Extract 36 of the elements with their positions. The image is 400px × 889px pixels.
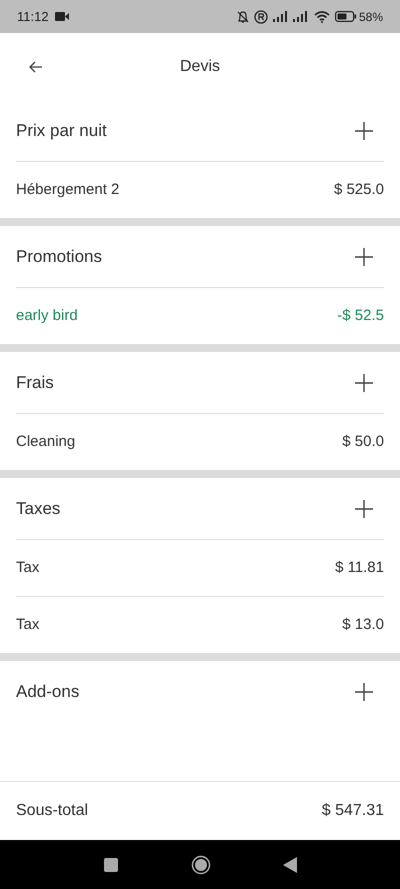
plus-icon (355, 374, 373, 392)
item-amount: $ 13.0 (342, 614, 384, 635)
battery-percent: 58% (358, 8, 383, 26)
signal-icon (292, 11, 309, 22)
item-amount: -$ 52.5 (337, 306, 384, 326)
muted-bell-icon (236, 10, 250, 24)
subtotal-label: Sous-total (16, 801, 88, 821)
page-title: Devis (180, 56, 220, 76)
item-amount: $ 525.0 (334, 180, 384, 200)
plus-icon (355, 248, 373, 266)
plus-icon (355, 122, 373, 140)
item-label: Tax (16, 558, 40, 578)
video-camera-icon (54, 12, 69, 21)
plus-icon (355, 500, 373, 518)
item-label: early bird (16, 306, 78, 326)
section-title: Promotions (16, 246, 102, 268)
wifi-icon (314, 10, 330, 22)
recents-button[interactable] (103, 856, 119, 872)
battery-icon (334, 11, 357, 22)
section-title: Prix par nuit (16, 120, 107, 142)
section-title: Taxes (16, 498, 60, 520)
plus-icon (355, 682, 373, 700)
item-label: Cleaning (16, 432, 76, 452)
item-amount: $ 11.81 (335, 558, 384, 578)
item-label: Hébergement 2 (16, 180, 120, 200)
item-label: Tax (16, 614, 40, 635)
item-amount: $ 50.0 (342, 432, 384, 452)
back-arrow-icon (29, 60, 43, 72)
section-title: Frais (16, 372, 54, 394)
status-time: 11:12 (17, 8, 49, 26)
section-title: Add-ons (16, 680, 80, 703)
signal-icon (272, 11, 289, 22)
registered-icon (254, 10, 268, 24)
back-nav-button[interactable] (283, 856, 297, 872)
subtotal-amount: $ 547.31 (322, 801, 384, 821)
home-button[interactable] (191, 854, 211, 874)
